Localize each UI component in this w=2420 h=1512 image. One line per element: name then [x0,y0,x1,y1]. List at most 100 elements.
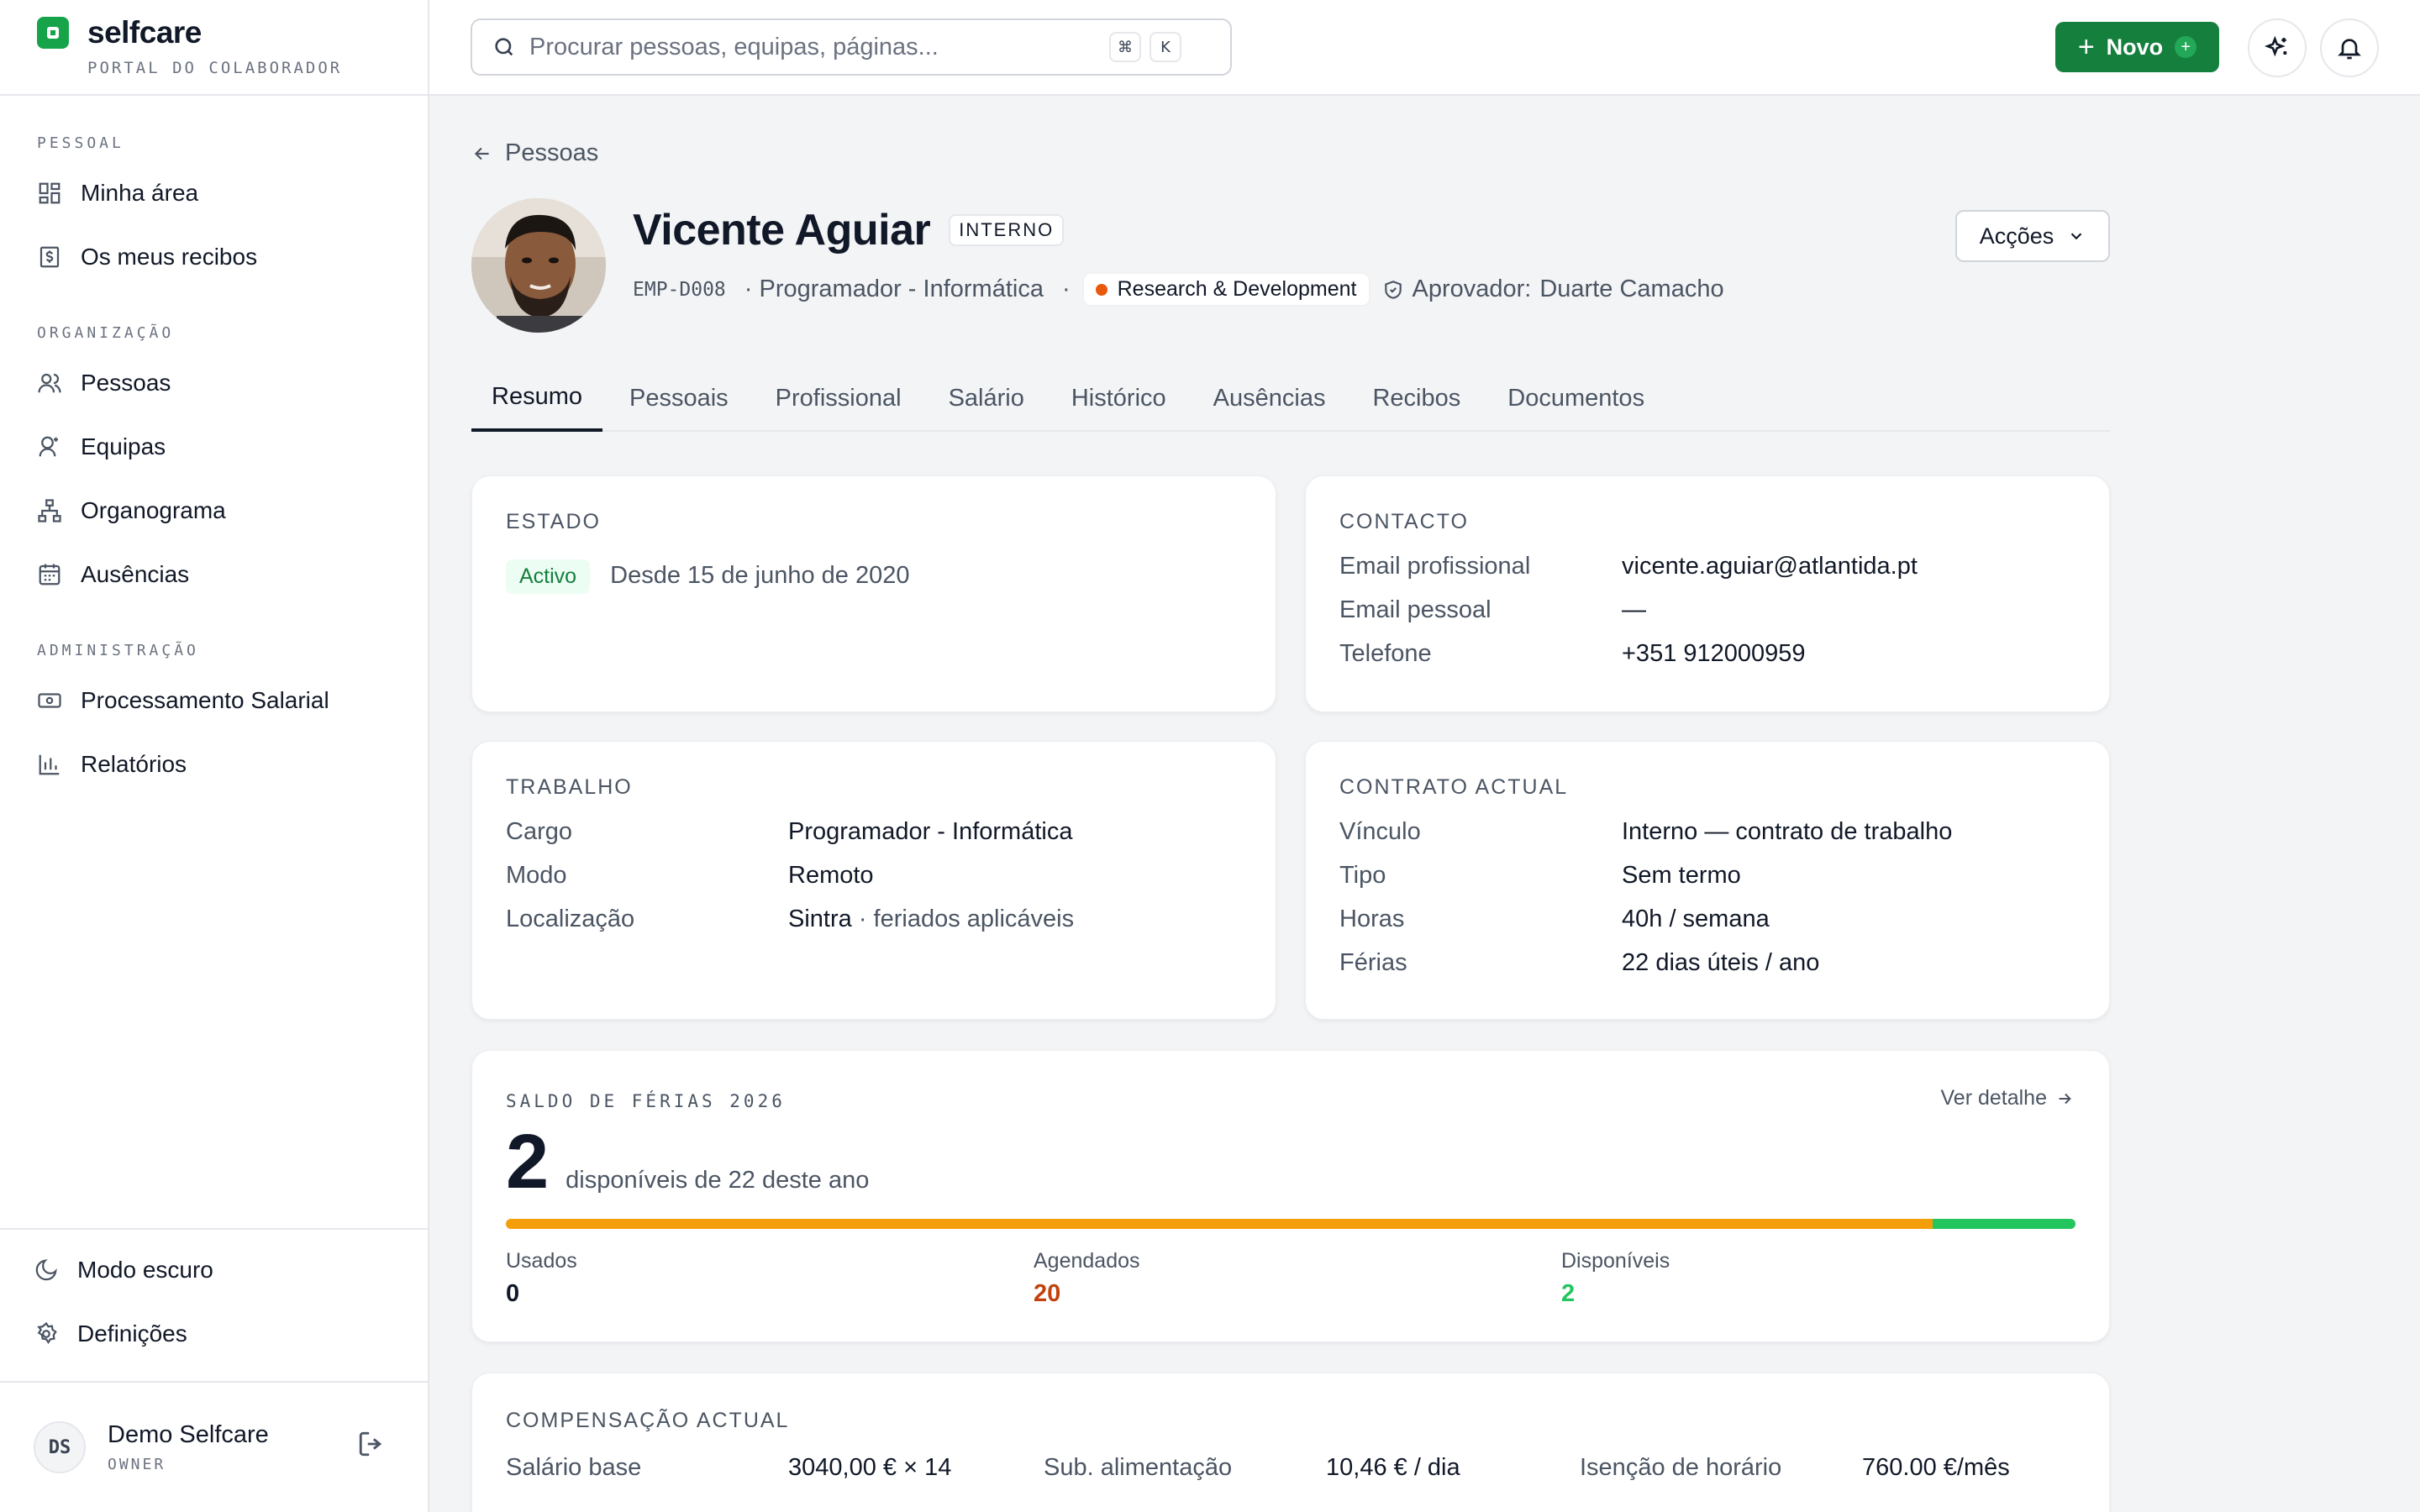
money-icon [38,693,61,708]
stat-free-label: Disponíveis [1561,1249,1670,1273]
contact-value[interactable]: +351 912000959 [1622,632,1806,675]
work-value: Sintra [788,906,852,932]
stat-used-label: Usados [506,1249,577,1273]
department-badge[interactable]: Research & Development [1081,272,1370,307]
actions-dropdown[interactable]: Acções [1955,210,2110,262]
new-button-label: Novo [2106,34,2164,60]
sidebar-item-recibos[interactable]: Os meus recibos [0,225,428,289]
tab-ausencias[interactable]: Ausências [1193,365,1346,432]
contact-value[interactable]: vicente.aguiar@atlantida.pt [1622,544,1918,588]
sidebar-item-label: Minha área [81,180,199,206]
gear-icon [37,1321,57,1345]
avatar: DS [34,1421,86,1473]
compensation-card-title: COMPENSAÇÃO ACTUAL [506,1409,790,1432]
user-profile[interactable]: DS Demo Selfcare OWNER [0,1381,428,1512]
nav-section-pessoal: PESSOAL [37,134,124,152]
search-box[interactable]: ⌘ K [471,18,1232,76]
bell-icon [2338,39,2361,60]
sidebar-item-ausencias[interactable]: Ausências [0,543,428,606]
contract-key: Vínculo [1339,818,1421,845]
employee-id: EMP-D008 [633,278,726,301]
logout-icon[interactable] [357,1430,386,1458]
settings-link[interactable]: Definições [0,1302,428,1366]
contract-value: Sem termo [1622,862,1741,889]
contract-key: Tipo [1339,862,1386,889]
profile-photo [471,198,606,333]
users-icon [38,373,61,393]
approver-label: Aprovador: [1412,276,1532,302]
settings-label: Definições [77,1320,187,1347]
contract-row: Férias 22 dias úteis / ano [1339,941,2075,984]
work-key: Modo [506,862,567,889]
contact-row: Telefone +351 912000959 [1339,632,2075,675]
profile-tabs: Resumo Pessoais Profissional Salário His… [471,365,2110,432]
sidebar-nav: PESSOAL Minha área Os meus recibos ORGAN… [0,96,428,796]
sidebar-item-organograma[interactable]: Organograma [0,479,428,543]
sidebar-item-label: Ausências [81,561,190,587]
department-color-dot [1095,283,1107,296]
sidebar-item-label: Processamento Salarial [81,687,329,713]
tab-salario[interactable]: Salário [929,365,1044,432]
search-input[interactable] [529,33,1101,61]
contract-row: Horas 40h / semana [1339,897,2075,941]
plus-circle-icon: + [2175,36,2197,58]
nav-section-administracao: ADMINISTRAÇÃO [37,641,199,659]
arrow-right-icon [2059,1093,2071,1104]
breadcrumb[interactable]: Pessoas [471,139,598,167]
shortcut-k: K [1150,32,1181,62]
work-card-title: TRABALHO [506,775,633,799]
sidebar-item-equipas[interactable]: Equipas [0,415,428,479]
employee-name: Vicente Aguiar [633,206,931,255]
vacation-available-text: disponíveis de 22 deste ano [566,1167,870,1194]
notifications-button[interactable] [2320,18,2379,77]
stat-used: Usados 0 [506,1249,577,1308]
selfcare-logo-icon [37,17,69,49]
sidebar-item-label: Equipas [81,433,166,459]
breadcrumb-label: Pessoas [505,139,599,166]
contact-card-title: CONTACTO [1339,510,1469,533]
nav-section-organizacao: ORGANIZAÇÃO [37,323,175,342]
team-icon [39,436,58,457]
calendar-icon [39,564,60,585]
receipt-icon [39,246,60,268]
employee-meta: EMP-D008 · Programador - Informática · R… [633,272,1724,307]
sparkles-icon [2264,35,2287,57]
compensation-item: Isenção de horário 760.00 €/mês [1580,1446,2010,1489]
stat-scheduled-value: 20 [1034,1280,1061,1307]
work-card: TRABALHO Cargo Programador - Informática … [471,741,1276,1020]
stat-scheduled: Agendados 20 [1034,1249,1140,1308]
tab-historico[interactable]: Histórico [1051,365,1186,432]
sidebar-item-pessoas[interactable]: Pessoas [0,351,428,415]
contact-row: Email pessoal — [1339,588,2075,632]
dark-mode-toggle[interactable]: Modo escuro [0,1238,428,1302]
tab-documentos[interactable]: Documentos [1487,365,1665,432]
sidebar-item-relatorios[interactable]: Relatórios [0,732,428,796]
tab-profissional[interactable]: Profissional [755,365,922,432]
brand[interactable]: selfcare PORTAL DO COLABORADOR [0,0,428,96]
work-value: Remoto [788,862,874,889]
new-button[interactable]: + Novo + [2055,22,2219,72]
compensation-key: Isenção de horário [1580,1454,1782,1481]
work-row: Modo Remoto [506,853,1242,897]
sidebar-item-minha-area[interactable]: Minha área [0,161,428,225]
shield-check-icon [1384,280,1402,299]
contact-row: Email profissional vicente.aguiar@atlanti… [1339,544,2075,588]
chevron-down-icon [2070,233,2082,240]
compensation-item: Salário base 3040,00 € × 14 [506,1446,951,1489]
compensation-key: Sub. alimentação [1044,1454,1233,1481]
compensation-value: 10,46 € / dia [1326,1454,1460,1481]
employee-role: · Programador - Informática [744,276,1044,302]
stat-used-value: 0 [506,1280,520,1307]
contract-key: Férias [1339,949,1407,976]
work-value-note: · feriados aplicáveis [851,906,1075,932]
sidebar-item-label: Organograma [81,497,226,523]
sidebar-item-label: Pessoas [81,370,171,396]
tab-resumo[interactable]: Resumo [471,365,602,432]
sidebar-item-processamento-salarial[interactable]: Processamento Salarial [0,669,428,732]
ai-assistant-button[interactable] [2248,18,2307,77]
employee-type-tag: INTERNO [949,214,1065,246]
view-detail-link[interactable]: Ver detalhe [1941,1086,2075,1110]
tab-pessoais[interactable]: Pessoais [609,365,749,432]
tab-recibos[interactable]: Recibos [1352,365,1481,432]
view-detail-label: Ver detalhe [1940,1086,2048,1110]
